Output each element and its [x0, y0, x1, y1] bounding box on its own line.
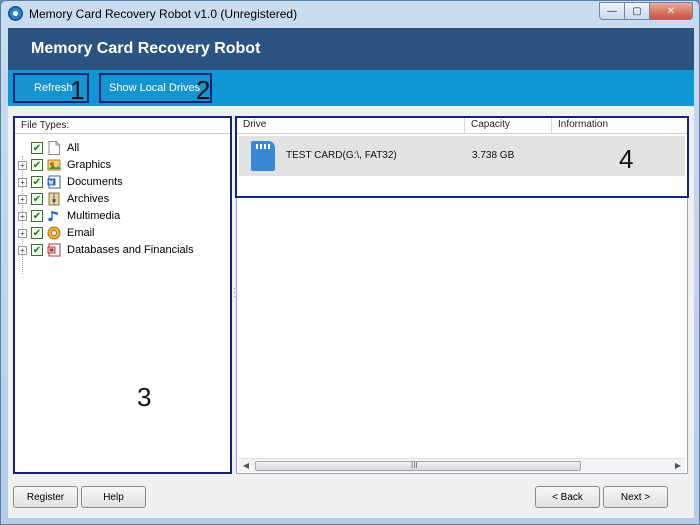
- banner: Memory Card Recovery Robot: [8, 28, 694, 70]
- help-button[interactable]: Help: [81, 486, 146, 508]
- file-type-item-email[interactable]: + ✔ Email: [18, 225, 95, 241]
- music-note-icon: [47, 209, 61, 223]
- file-type-label: Email: [67, 227, 95, 239]
- file-type-label: Archives: [67, 193, 110, 205]
- file-type-item-multimedia[interactable]: + ✔ Multimedia: [18, 208, 120, 224]
- file-types-panel: File Types: ✔ All + ✔ Graphics + ✔ Docum…: [13, 116, 232, 474]
- drives-table-header: Drive Capacity Information: [237, 117, 687, 134]
- window-controls: — ▢ ✕: [599, 2, 693, 20]
- client-area: Memory Card Recovery Robot Refresh 1 Sho…: [8, 28, 694, 518]
- file-type-label: Databases and Financials: [67, 244, 194, 256]
- refresh-button-label: Refresh: [34, 82, 73, 94]
- file-type-item-documents[interactable]: + ✔ Documents: [18, 174, 123, 190]
- word-document-icon: [47, 175, 61, 189]
- register-button[interactable]: Register: [13, 486, 78, 508]
- window-title: Memory Card Recovery Robot v1.0 (Unregis…: [29, 7, 298, 21]
- expand-icon[interactable]: +: [18, 211, 27, 221]
- archive-icon: [47, 192, 61, 206]
- title-bar[interactable]: Memory Card Recovery Robot v1.0 (Unregis…: [1, 1, 699, 27]
- graphics-icon: [47, 158, 61, 172]
- callout-number-4: 4: [619, 144, 634, 174]
- scroll-right-icon[interactable]: ▶: [671, 460, 685, 472]
- maximize-button[interactable]: ▢: [625, 2, 650, 20]
- refresh-button[interactable]: Refresh 1: [13, 73, 89, 103]
- scrollbar-thumb[interactable]: III: [255, 461, 581, 471]
- show-local-drives-button[interactable]: Show Local Drives 2: [99, 73, 212, 103]
- checkbox-all[interactable]: ✔: [31, 142, 43, 154]
- bottom-button-bar: Register Help < Back Next >: [8, 480, 694, 518]
- column-header-capacity[interactable]: Capacity: [465, 117, 552, 134]
- drive-capacity: 3.738 GB: [472, 150, 515, 161]
- callout-number-1: 1: [70, 75, 85, 105]
- banner-title: Memory Card Recovery Robot: [31, 40, 261, 57]
- expand-icon[interactable]: +: [18, 160, 27, 170]
- file-type-item-databases[interactable]: + ✔ Databases and Financials: [18, 242, 194, 258]
- file-type-item-archives[interactable]: + ✔ Archives: [18, 191, 109, 207]
- toolbar: Refresh 1 Show Local Drives 2: [8, 70, 694, 106]
- minimize-icon: —: [607, 5, 617, 17]
- column-header-drive[interactable]: Drive: [237, 117, 465, 134]
- table-row[interactable]: TEST CARD(G:\, FAT32) 3.738 GB 4: [239, 136, 685, 176]
- file-type-item-graphics[interactable]: + ✔ Graphics: [18, 157, 111, 173]
- checkbox-documents[interactable]: ✔: [31, 176, 43, 188]
- scroll-left-icon[interactable]: ◀: [239, 460, 253, 472]
- close-button[interactable]: ✕: [650, 2, 693, 20]
- checkbox-databases[interactable]: ✔: [31, 244, 43, 256]
- back-button[interactable]: < Back: [535, 486, 600, 508]
- file-type-label: All: [67, 142, 80, 154]
- checkbox-multimedia[interactable]: ✔: [31, 210, 43, 222]
- checkbox-archives[interactable]: ✔: [31, 193, 43, 205]
- callout-number-3: 3: [137, 382, 152, 412]
- drives-panel: Drive Capacity Information TEST CARD(G:\…: [236, 116, 688, 474]
- sd-card-icon: [251, 141, 275, 171]
- file-type-label: Multimedia: [67, 210, 121, 222]
- close-icon: ✕: [666, 5, 676, 17]
- checkbox-email[interactable]: ✔: [31, 227, 43, 239]
- expand-icon[interactable]: +: [18, 194, 27, 204]
- file-type-label: Graphics: [67, 159, 112, 171]
- expand-icon[interactable]: +: [18, 228, 27, 238]
- file-type-item-all[interactable]: ✔ All: [18, 140, 79, 156]
- app-window: Memory Card Recovery Robot v1.0 (Unregis…: [0, 0, 700, 525]
- expand-icon[interactable]: +: [18, 177, 27, 187]
- horizontal-scrollbar[interactable]: ◀ III ▶: [239, 458, 685, 472]
- file-types-header: File Types:: [15, 118, 230, 134]
- scrollbar-grip-icon: III: [411, 461, 418, 470]
- database-icon: [47, 243, 61, 257]
- column-header-information[interactable]: Information: [552, 117, 687, 134]
- app-icon: [8, 6, 23, 21]
- drive-name: TEST CARD(G:\, FAT32): [286, 150, 397, 161]
- maximize-icon: ▢: [632, 5, 642, 17]
- expand-icon[interactable]: +: [18, 245, 27, 255]
- show-local-drives-label: Show Local Drives: [109, 82, 201, 94]
- file-type-label: Documents: [67, 176, 123, 188]
- checkbox-graphics[interactable]: ✔: [31, 159, 43, 171]
- email-icon: [47, 226, 61, 240]
- blank-page-icon: [47, 141, 61, 155]
- callout-number-2: 2: [196, 75, 211, 105]
- next-button[interactable]: Next >: [603, 486, 668, 508]
- minimize-button[interactable]: —: [599, 2, 625, 20]
